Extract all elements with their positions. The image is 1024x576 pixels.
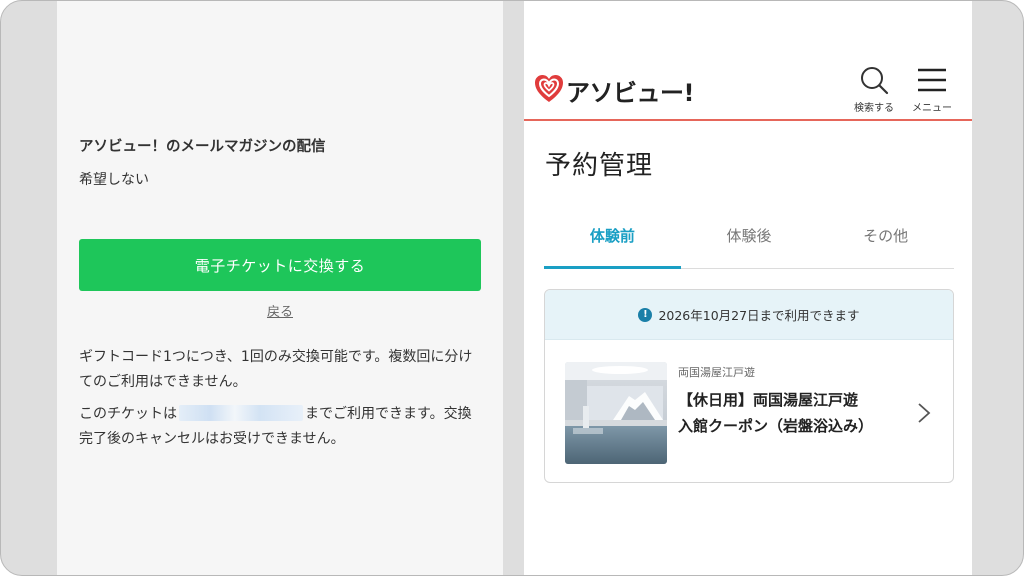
logo-text[interactable]: アソビュー! [566,73,694,108]
reservation-card[interactable]: ! 2026年10月27日まで利用できます 両国湯屋江戸遊 【休日用】両国湯屋江… [544,289,954,483]
validity-banner: ! 2026年10月27日まで利用できます [545,290,953,340]
tab-after-experience[interactable]: 体験後 [681,211,818,268]
menu-label: メニュー [912,103,952,114]
validity-note-prefix: このチケットは [79,406,177,422]
search-label: 検索する [854,103,894,114]
tab-other[interactable]: その他 [817,211,954,268]
validity-banner-text: 2026年10月27日まで利用できます [658,308,860,323]
search-icon [861,67,889,95]
menu-button[interactable]: メニュー [902,65,962,117]
back-link[interactable]: 戻る [57,301,503,320]
reservation-tabs: 体験前 体験後 その他 [544,211,954,269]
validity-note: このチケットは までご利用できます。交換完了後のキャンセルはお受けできません。 [79,402,485,452]
page-title: 予約管理 [545,151,654,181]
reservation-panel: アソビュー! 検索する メニュー 予約管理 体験前 体験後 その他 ! 2026… [524,1,972,575]
plan-title-line1: 【休日用】両国湯屋江戸遊 [678,391,859,409]
redacted-date [179,405,303,421]
tab-before-experience[interactable]: 体験前 [544,211,681,269]
exchange-ticket-button[interactable]: 電子チケットに交換する [79,239,481,291]
facility-thumbnail-image[interactable] [565,362,667,464]
ticket-exchange-panel: アソビュー！のメールマガジンの配信 希望しない 電子チケットに交換する 戻る ギ… [57,1,503,575]
plan-title[interactable]: 【休日用】両国湯屋江戸遊 入館クーポン（岩盤浴込み） [678,387,908,439]
gift-code-note: ギフトコード1つにつき、1回のみ交換可能です。複数回に分けてのご利用はできません… [79,349,473,390]
chevron-right-icon[interactable] [917,402,931,424]
site-header: アソビュー! 検索する メニュー [524,1,972,121]
search-button[interactable]: 検索する [844,65,904,117]
plan-title-line2: 入館クーポン（岩盤浴込み） [678,417,874,435]
info-icon: ! [638,307,653,322]
hamburger-menu-icon [918,68,946,92]
mail-magazine-value: 希望しない [79,172,149,188]
back-link-label[interactable]: 戻る [267,305,293,320]
screenshot-frame: アソビュー！のメールマガジンの配信 希望しない 電子チケットに交換する 戻る ギ… [0,0,1024,576]
mail-magazine-label: アソビュー！のメールマガジンの配信 [79,139,326,155]
facility-name: 両国湯屋江戸遊 [678,366,755,379]
heart-logo-icon[interactable] [534,73,564,105]
